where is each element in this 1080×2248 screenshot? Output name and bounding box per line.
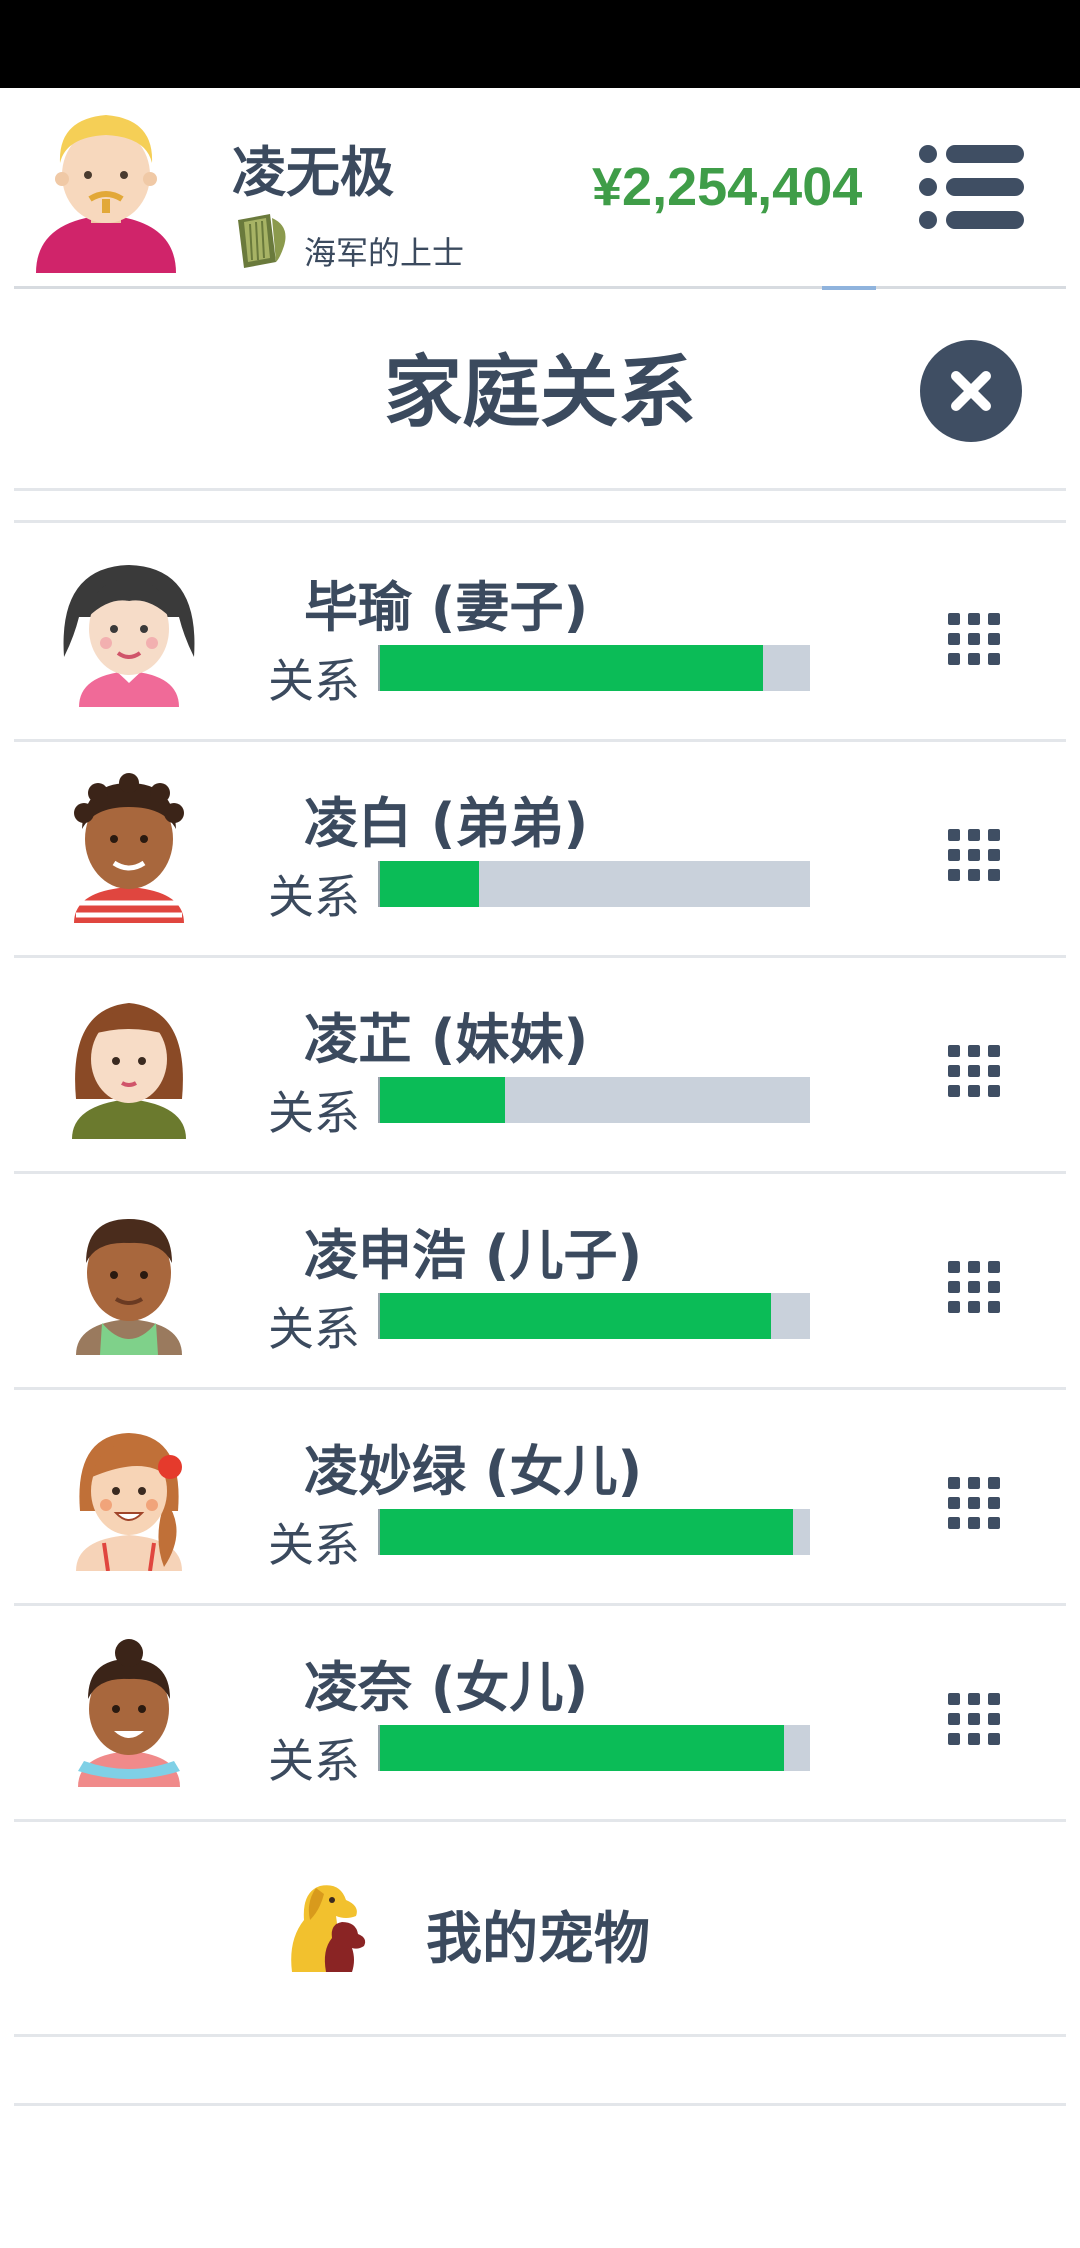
relationship-bar [378,1293,810,1339]
family-row-daughter[interactable]: 凌妙绿 (女儿) 关系 [14,1387,1066,1606]
options-grid-icon[interactable] [948,829,1000,881]
options-grid-icon[interactable] [948,1693,1000,1745]
relationship-label: 关系 [268,1734,360,1788]
relationship-bar-fill [380,861,479,907]
family-row-brother[interactable]: 凌白 (弟弟) 关系 [14,739,1066,958]
son-avatar [76,1219,182,1355]
options-grid-icon[interactable] [948,1477,1000,1529]
header-divider [14,286,1066,289]
relationship-bar-fill [380,1293,772,1339]
family-row-daughter[interactable]: 凌奈 (女儿) 关系 [14,1603,1066,1822]
rank-insignia-icon [238,214,286,268]
relationship-bar [378,1509,810,1555]
relationship-bar [378,861,810,907]
brother-avatar [74,773,184,923]
relationship-bar-fill [380,645,763,691]
member-name: 凌奈 (女儿) [304,1656,589,1719]
status-bar [0,0,1080,88]
relationship-label: 关系 [268,870,360,924]
relationship-bar [378,1725,810,1771]
relationship-bar [378,645,810,691]
relationship-label: 关系 [268,1302,360,1356]
pets-label: 我的宠物 [426,1907,650,1972]
family-row-wife[interactable]: 毕瑜 (妻子) 关系 [14,523,1066,742]
member-name: 凌芷 (妹妹) [304,1008,589,1071]
player-rank: 海军的上士 [304,234,465,272]
money-balance: ¥2,254,404 [592,157,863,217]
wife-avatar [63,565,195,707]
relationship-bar-fill [380,1725,785,1771]
pets-button[interactable]: 我的宠物 [14,1820,1066,2037]
sister-avatar [72,1003,186,1139]
pet-dog-icon [291,1885,366,1972]
member-name: 凌申浩 (儿子) [304,1224,643,1287]
relationship-bar-fill [380,1509,793,1555]
player-avatar [36,115,176,273]
menu-icon[interactable] [918,144,1026,230]
title-divider [14,488,1066,491]
daughter-avatar [76,1433,182,1571]
bottom-divider [14,2103,1066,2106]
options-grid-icon[interactable] [948,1261,1000,1313]
family-row-son[interactable]: 凌申浩 (儿子) 关系 [14,1171,1066,1390]
tab-indicator [822,286,876,290]
relationship-label: 关系 [268,1086,360,1140]
family-row-sister[interactable]: 凌芷 (妹妹) 关系 [14,955,1066,1174]
dialog-title: 家庭关系 [383,348,696,438]
member-name: 凌白 (弟弟) [304,792,589,855]
relationship-bar-fill [380,1077,505,1123]
close-button[interactable] [920,340,1022,442]
options-grid-icon[interactable] [948,613,1000,665]
options-grid-icon[interactable] [948,1045,1000,1097]
relationship-label: 关系 [268,654,360,708]
member-name: 凌妙绿 (女儿) [304,1440,643,1503]
daughter-avatar [78,1639,180,1787]
relationship-label: 关系 [268,1518,360,1572]
relationship-bar [378,1077,810,1123]
player-name: 凌无极 [232,141,394,204]
close-icon [951,371,991,411]
member-name: 毕瑜 (妻子) [304,576,589,639]
header: 凌无极 海军的上士 ¥2,254,404 [0,88,1080,288]
